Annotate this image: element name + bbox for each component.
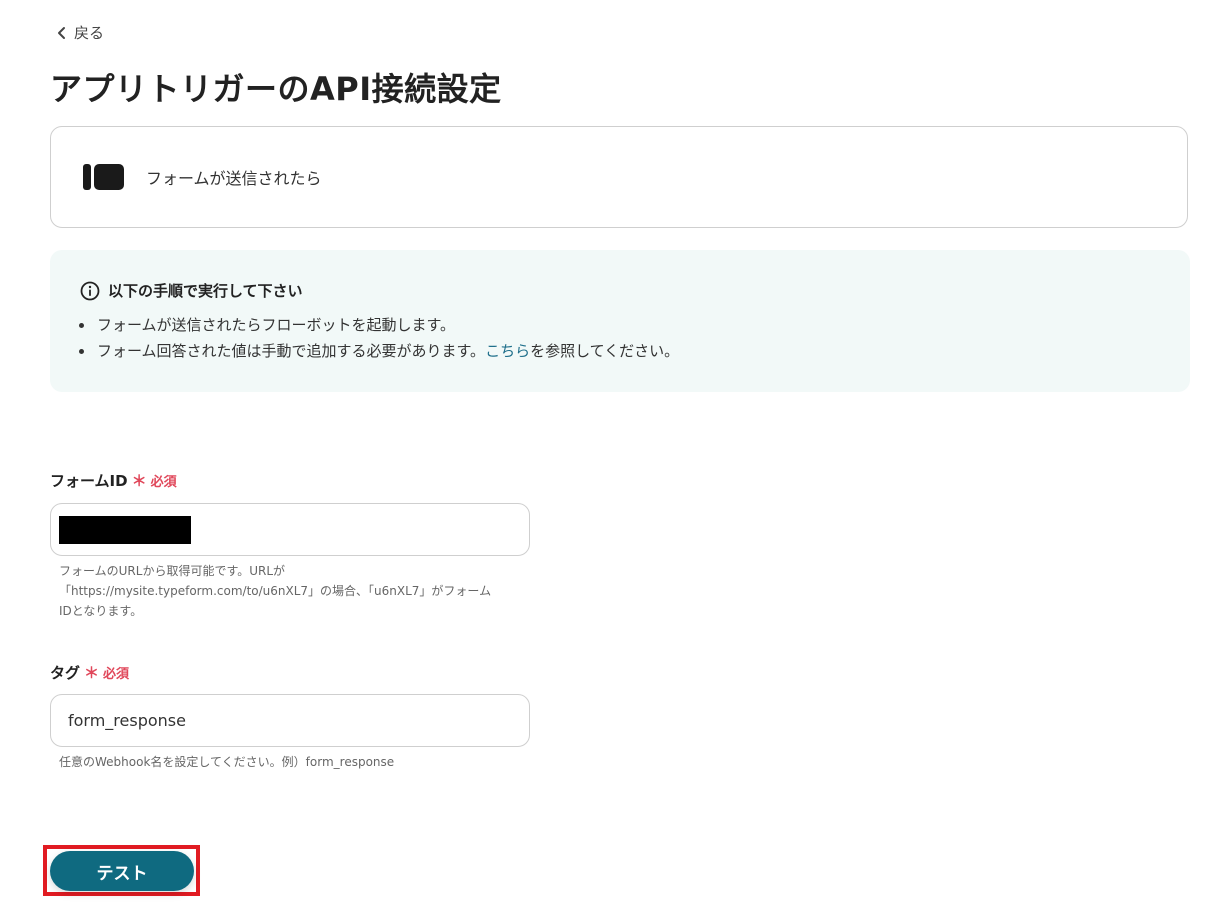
back-label: 戻る (74, 24, 105, 42)
form-id-help-line-1: フォームのURLから取得可能です。URLが (59, 564, 286, 578)
redacted-value (59, 516, 191, 544)
required-text: 必須 (103, 667, 130, 682)
instructions-heading-text: 以下の手順で実行して下さい (108, 282, 303, 300)
back-link[interactable]: 戻る (56, 22, 104, 43)
form-id-label: フォームID ＊ 必須 (50, 470, 177, 491)
tag-help: 任意のWebhook名を設定してください。例）form_response (59, 755, 395, 769)
tag-label: タグ ＊ 必須 (50, 662, 129, 683)
instructions-heading: 以下の手順で実行して下さい (80, 280, 303, 301)
typeform-logo-icon (83, 164, 124, 190)
reference-link[interactable]: こちら (485, 342, 530, 360)
page-title: アプリトリガーのAPI接続設定 (50, 70, 502, 108)
tag-label-text: タグ (50, 664, 81, 682)
required-asterisk-icon: ＊ (131, 472, 147, 490)
instructions-item-2: フォーム回答された値は手動で追加する必要があります。こちらを参照してください。 (95, 338, 679, 364)
instructions-list: フォームが送信されたらフローボットを起動します。 フォーム回答された値は手動で追… (80, 312, 679, 364)
form-id-help-line-3: IDとなります。 (59, 604, 143, 618)
instructions-item-2-text: フォーム回答された値は手動で追加する必要があります。 (97, 342, 486, 360)
form-id-help: フォームのURLから取得可能です。URLが 「https://mysite.ty… (59, 561, 529, 621)
tag-input[interactable] (50, 694, 530, 747)
trigger-card: フォームが送信されたら (50, 126, 1188, 228)
required-asterisk-icon: ＊ (84, 664, 100, 682)
form-id-help-line-2: 「https://mysite.typeform.com/to/u6nXL7」の… (59, 584, 492, 598)
trigger-label: フォームが送信されたら (146, 169, 322, 188)
instructions-item-1: フォームが送信されたらフローボットを起動します。 (95, 312, 679, 338)
info-icon (80, 281, 100, 300)
test-button[interactable]: テスト (50, 851, 194, 891)
instructions-item-2-tail: を参照してください。 (530, 342, 680, 360)
chevron-left-icon (58, 26, 65, 39)
form-id-label-text: フォームID (50, 472, 128, 490)
instructions-item-1-text: フォームが送信されたらフローボットを起動します。 (97, 316, 456, 334)
required-text: 必須 (150, 475, 177, 490)
instructions-box: 以下の手順で実行して下さい フォームが送信されたらフローボットを起動します。 フ… (50, 250, 1190, 392)
